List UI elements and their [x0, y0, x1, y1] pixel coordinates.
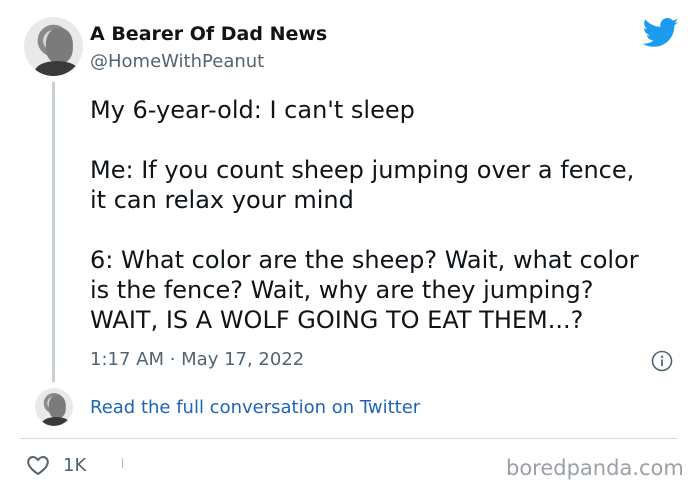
tweet-line: 6: What color are the sheep? Wait, what … [90, 246, 639, 274]
tweet-text: My 6-year-old: I can't sleep Me: If you … [90, 95, 690, 335]
avatar-face [48, 394, 67, 418]
avatar-face [45, 27, 73, 63]
divider-tick [122, 458, 123, 468]
tweet-line: My 6-year-old: I can't sleep [90, 96, 415, 124]
heart-icon[interactable] [26, 454, 50, 476]
avatar-shoulder [34, 61, 79, 76]
thread-line [52, 82, 55, 382]
twitter-bird-icon[interactable] [643, 18, 679, 48]
divider [20, 438, 677, 439]
author-handle[interactable]: @HomeWithPeanut [90, 51, 264, 72]
author-name[interactable]: A Bearer Of Dad News [90, 23, 327, 45]
info-icon[interactable] [651, 350, 673, 372]
tweet-line: Me: If you count sheep jumping over a fe… [90, 156, 635, 184]
read-conversation-link[interactable]: Read the full conversation on Twitter [90, 397, 420, 418]
author-avatar[interactable] [24, 17, 83, 76]
tweet-line: WAIT, IS A WOLF GOING TO EAT THEM...? [90, 306, 584, 334]
watermark: boredpanda.com [506, 456, 684, 480]
tweet-line: is the fence? Wait, why are they jumping… [90, 276, 594, 304]
tweet-timestamp[interactable]: 1:17 AM · May 17, 2022 [90, 349, 304, 370]
tweet-line: it can relax your mind [90, 186, 354, 214]
avatar-shoulder [41, 416, 71, 426]
like-count[interactable]: 1K [63, 455, 86, 476]
author-avatar-small[interactable] [35, 388, 73, 426]
